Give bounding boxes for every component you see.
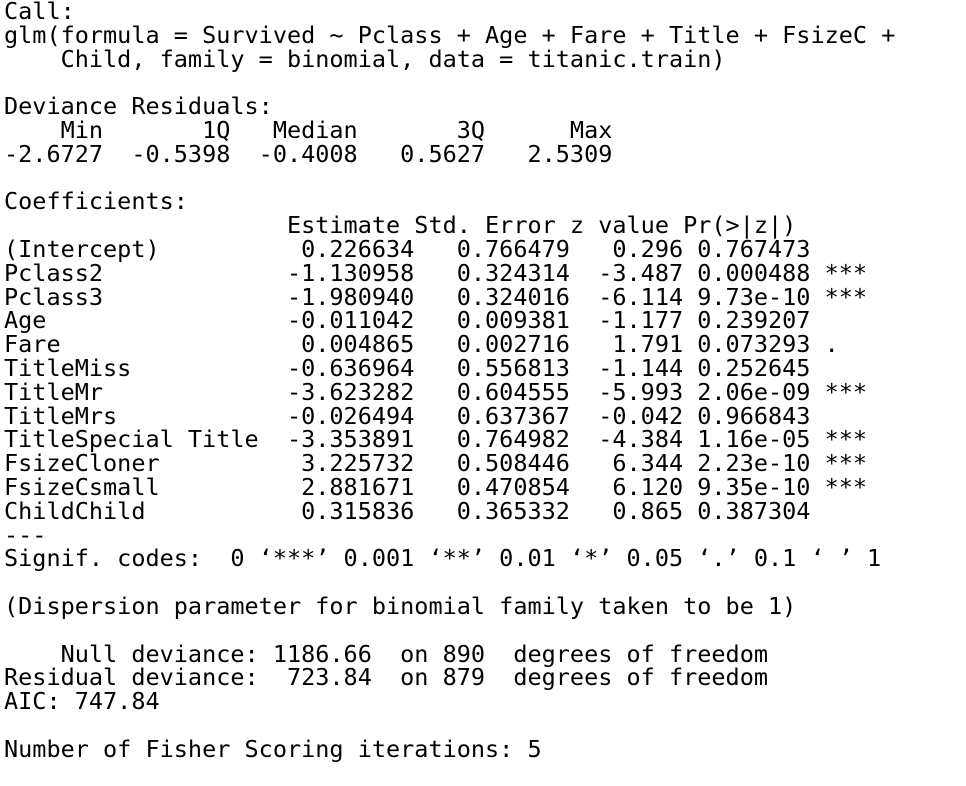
coefficient-row-titlemr: TitleMr -3.623282 0.604555 -5.993 2.06e-…: [4, 377, 868, 406]
aic: AIC: 747.84: [4, 687, 160, 716]
dispersion-note: (Dispersion parameter for binomial famil…: [4, 591, 797, 620]
coefficient-row-childchild: ChildChild 0.315836 0.365332 0.865 0.387…: [4, 496, 868, 525]
call-formula-line-2: Child, family = binomial, data = titanic…: [4, 44, 726, 73]
coefficient-row-pclass2: Pclass2 -1.130958 0.324314 -3.487 0.0004…: [4, 258, 868, 287]
signif-codes: Signif. codes: 0 ‘***’ 0.001 ‘**’ 0.01 ‘…: [4, 544, 882, 573]
r-console-output: Call: glm(formula = Survived ~ Pclass + A…: [4, 0, 895, 762]
fisher-iterations: Number of Fisher Scoring iterations: 5: [4, 734, 542, 763]
deviance-residuals-values: -2.6727 -0.5398 -0.4008 0.5627 2.5309: [4, 139, 641, 168]
